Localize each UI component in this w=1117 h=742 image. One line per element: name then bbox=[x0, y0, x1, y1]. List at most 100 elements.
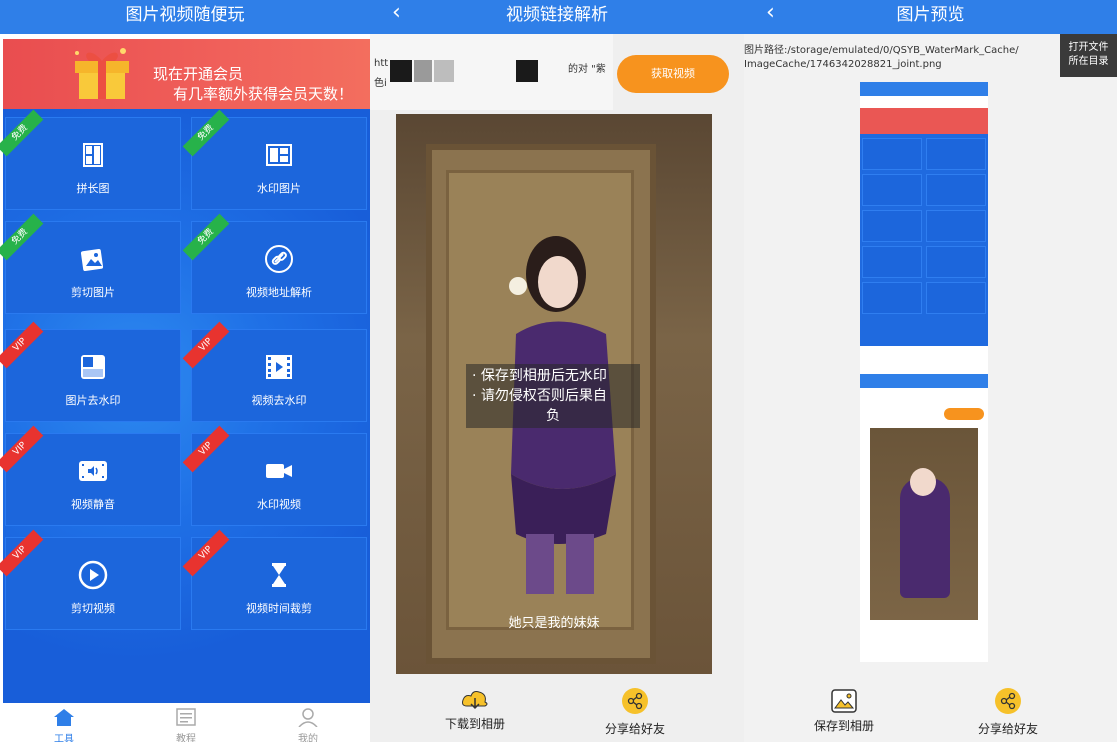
share-to-friend-button[interactable]: 分享给好友 bbox=[600, 688, 670, 737]
vip-badge: VIP bbox=[182, 321, 230, 369]
banner-line1: 现在开通会员 bbox=[153, 65, 244, 83]
tile-label: 图片去水印 bbox=[65, 394, 121, 407]
app-title-bar: ‹ 图片预览 bbox=[744, 0, 1117, 34]
video-link-parse-panel: ‹ 视频链接解析 htt 色i 的对 "紫 获取视频 · 保存到相册后无水印 ·… bbox=[370, 0, 744, 742]
tools-panel: 图片视频随便玩 现在开通会员 有几率额外获得会员天数！ 免费 拼长图 免费 水印… bbox=[0, 0, 370, 742]
play-circle-icon bbox=[78, 560, 108, 590]
tile-label: 水印视频 bbox=[257, 498, 301, 511]
notice-line: · 请勿侵权否则后果自 bbox=[472, 388, 607, 404]
open-button-line: 所在目录 bbox=[1068, 56, 1109, 67]
tile-video-mute[interactable]: VIP 视频静音 bbox=[0, 425, 181, 526]
tile-image-remove-watermark[interactable]: VIP 图片去水印 bbox=[0, 321, 181, 422]
watermark-notice: · 保存到相册后无水印 · 请勿侵权否则后果自 负 bbox=[466, 364, 640, 428]
thumb-video bbox=[870, 428, 978, 620]
back-arrow-icon[interactable]: ‹ bbox=[392, 0, 401, 26]
path-line: ImageCache/1746342028821_joint.png bbox=[744, 59, 942, 70]
tool-grid: 免费 拼长图 免费 水印图片 免费 剪切图片 免费 视频地址解析 VIP 图片去… bbox=[0, 109, 370, 703]
action-label: 分享给好友 bbox=[604, 722, 665, 736]
nav-label: 工具 bbox=[54, 734, 74, 742]
gift-icon bbox=[75, 48, 129, 99]
thumb-header bbox=[860, 374, 988, 388]
free-badge: 免费 bbox=[182, 213, 230, 261]
banner-line2: 有几率额外获得会员天数！ bbox=[173, 85, 354, 103]
photo-icon bbox=[80, 248, 104, 272]
tile-crop-image[interactable]: 免费 剪切图片 bbox=[0, 213, 181, 314]
action-label: 分享给好友 bbox=[977, 722, 1038, 736]
tile-cut-video[interactable]: VIP 剪切视频 bbox=[0, 529, 181, 630]
nav-tools[interactable]: 工具 bbox=[44, 707, 84, 742]
free-badge: 免费 bbox=[182, 109, 230, 157]
vip-badge: VIP bbox=[182, 425, 230, 473]
joint-image-preview[interactable] bbox=[860, 82, 988, 662]
tile-label: 视频地址解析 bbox=[246, 286, 312, 299]
share-to-friend-button[interactable]: 分享给好友 bbox=[972, 688, 1044, 737]
open-folder-button[interactable]: 打开文件 所在目录 bbox=[1060, 34, 1117, 77]
video-preview[interactable]: · 保存到相册后无水印 · 请勿侵权否则后果自 负 她只是我的妹妹 bbox=[396, 114, 712, 674]
watermark-image-icon bbox=[266, 144, 292, 166]
thumb-header bbox=[860, 82, 988, 96]
action-label: 下载到相册 bbox=[444, 717, 505, 731]
share-icon bbox=[622, 688, 648, 714]
tile-video-remove-watermark[interactable]: VIP 视频去水印 bbox=[182, 321, 367, 422]
film-icon bbox=[266, 355, 292, 379]
tile-video-url-parse[interactable]: 免费 视频地址解析 bbox=[182, 213, 367, 314]
nav-label: 教程 bbox=[176, 734, 196, 742]
vip-badge: VIP bbox=[0, 321, 44, 369]
vip-badge: VIP bbox=[182, 529, 230, 577]
vip-badge: VIP bbox=[0, 529, 44, 577]
save-to-album-button[interactable]: 保存到相册 bbox=[808, 688, 880, 734]
nav-mine[interactable]: 我的 bbox=[288, 707, 328, 742]
home-icon bbox=[54, 709, 74, 726]
image-save-icon bbox=[831, 689, 857, 713]
page-title: 图片预览 bbox=[896, 5, 965, 25]
app-title-bar: 图片视频随便玩 bbox=[0, 0, 370, 34]
link-icon bbox=[265, 245, 293, 273]
grid-image-icon bbox=[83, 143, 103, 167]
image-path: 图片路径:/storage/emulated/0/QSYB_WaterMark_… bbox=[744, 44, 1044, 72]
path-line: 图片路径:/storage/emulated/0/QSYB_WaterMark_… bbox=[744, 45, 1019, 56]
tile-label: 水印图片 bbox=[257, 182, 301, 195]
page-title: 图片视频随便玩 bbox=[125, 5, 245, 25]
tile-long-image[interactable]: 免费 拼长图 bbox=[0, 109, 181, 210]
back-arrow-icon[interactable]: ‹ bbox=[766, 0, 775, 26]
vip-badge: VIP bbox=[0, 425, 44, 473]
mute-video-icon bbox=[79, 461, 107, 481]
image-window-icon bbox=[81, 355, 105, 379]
notice-line: · 保存到相册后无水印 bbox=[472, 368, 607, 384]
redaction-block bbox=[414, 60, 432, 82]
thumb-grid bbox=[860, 134, 988, 346]
free-badge: 免费 bbox=[0, 213, 44, 261]
url-input[interactable]: htt 色i 的对 "紫 bbox=[370, 34, 613, 110]
tile-watermark-image[interactable]: 免费 水印图片 bbox=[182, 109, 367, 210]
page-title: 视频链接解析 bbox=[506, 5, 608, 25]
open-button-line: 打开文件 bbox=[1068, 42, 1109, 53]
cloud-download-icon bbox=[462, 691, 488, 710]
video-subtitle: 她只是我的妹妹 bbox=[508, 616, 600, 631]
user-icon bbox=[298, 708, 318, 728]
action-label: 保存到相册 bbox=[813, 719, 874, 733]
download-to-album-button[interactable]: 下载到相册 bbox=[440, 688, 510, 732]
thumb-fetch-button bbox=[944, 408, 984, 420]
nav-label: 我的 bbox=[298, 734, 318, 742]
nav-tutorial[interactable]: 教程 bbox=[166, 707, 206, 742]
tile-label: 拼长图 bbox=[76, 182, 110, 195]
url-text-second: 色i bbox=[374, 78, 387, 89]
share-icon bbox=[995, 688, 1021, 714]
tile-label: 剪切视频 bbox=[71, 602, 115, 615]
notice-line: 负 bbox=[546, 408, 560, 424]
hourglass-icon bbox=[272, 563, 286, 587]
app-title-bar: ‹ 视频链接解析 bbox=[370, 0, 744, 34]
tile-video-time-trim[interactable]: VIP 视频时间裁剪 bbox=[182, 529, 367, 630]
tile-label: 视频静音 bbox=[71, 498, 115, 511]
vip-banner[interactable]: 现在开通会员 有几率额外获得会员天数！ bbox=[3, 39, 370, 109]
fetch-video-button[interactable]: 获取视频 bbox=[617, 55, 729, 93]
tile-label: 视频时间裁剪 bbox=[246, 602, 312, 615]
bottom-nav: 工具 教程 我的 bbox=[0, 703, 370, 742]
redaction-block bbox=[434, 60, 454, 82]
thumb-banner bbox=[860, 108, 988, 134]
image-preview-panel: ‹ 图片预览 图片路径:/storage/emulated/0/QSYB_Wat… bbox=[744, 0, 1117, 742]
url-text-end: 的对 "紫 bbox=[568, 64, 606, 75]
tile-watermark-video[interactable]: VIP 水印视频 bbox=[182, 425, 367, 526]
free-badge: 免费 bbox=[0, 109, 44, 157]
list-icon bbox=[176, 708, 196, 726]
